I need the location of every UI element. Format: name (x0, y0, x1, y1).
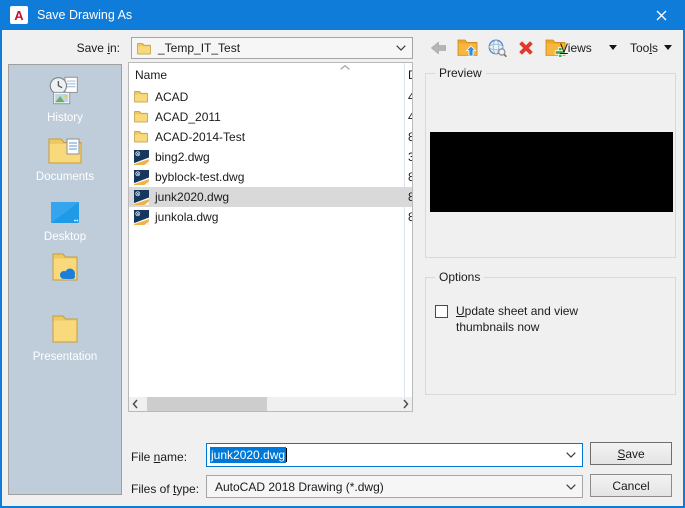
delete-button[interactable] (514, 37, 538, 59)
close-button[interactable] (643, 0, 679, 30)
tools-menu[interactable]: Tools (630, 41, 658, 55)
dwg-file-icon (134, 190, 149, 205)
scrollbar-thumb[interactable] (147, 397, 267, 411)
views-caret-icon[interactable] (609, 45, 617, 50)
list-item-selected[interactable]: junk2020.dwg 8 (129, 187, 412, 207)
titlebar[interactable]: A Save Drawing As (0, 0, 685, 30)
places-sidebar: History Documents Desktop Presentation (8, 64, 122, 495)
list-item[interactable]: ACAD 4 (129, 87, 412, 107)
options-group-title: Options (435, 270, 485, 284)
folder-up-icon (457, 39, 477, 57)
file-name-label: File name: (131, 450, 188, 464)
preview-group: Preview (425, 66, 676, 258)
text-cursor (286, 448, 288, 462)
sidebar-item-label: Desktop (43, 231, 87, 243)
folder-icon (134, 111, 148, 123)
files-of-type-value: AutoCAD 2018 Drawing (*.dwg) (215, 479, 384, 494)
close-icon (656, 10, 666, 20)
file-name-combobox[interactable]: junk2020.dwg (206, 443, 583, 467)
save-button[interactable]: Save (590, 442, 672, 465)
sidebar-item-history[interactable]: History (9, 75, 121, 124)
checkbox-label-line2[interactable]: thumbnails now (456, 320, 539, 334)
delete-x-icon (519, 41, 533, 55)
sort-ascending-icon (340, 65, 350, 70)
documents-icon (48, 138, 82, 164)
checkbox-label-line1[interactable]: Update sheet and view (456, 304, 578, 318)
horizontal-scrollbar[interactable] (129, 397, 412, 411)
desktop-icon (51, 202, 79, 223)
globe-magnifier-icon (488, 39, 507, 58)
dwg-file-icon (134, 170, 149, 185)
list-item[interactable]: ACAD_2011 4 (129, 107, 412, 127)
list-item[interactable]: ACAD-2014-Test 8 (129, 127, 412, 147)
files-of-type-label: Files of type: (131, 482, 200, 496)
sidebar-item-onedrive[interactable] (9, 251, 121, 289)
file-name-value: junk2020.dwg (210, 447, 287, 463)
file-list: Name D ACAD 4 ACAD_2011 4 ACAD-2014-Test… (128, 62, 413, 412)
files-of-type-combobox[interactable]: AutoCAD 2018 Drawing (*.dwg) (206, 475, 583, 498)
column-header-name[interactable]: Name (135, 68, 167, 82)
column-header-date[interactable]: D (408, 68, 412, 82)
tools-caret-icon[interactable] (664, 45, 672, 50)
chevron-down-icon[interactable] (566, 483, 576, 490)
scroll-left-icon[interactable] (132, 399, 138, 409)
list-item[interactable]: bing2.dwg 3 (129, 147, 412, 167)
save-in-value: _Temp_IT_Test (158, 41, 241, 55)
chevron-down-icon (396, 45, 406, 51)
list-item[interactable]: byblock-test.dwg 8 (129, 167, 412, 187)
preview-group-title: Preview (435, 66, 486, 80)
update-thumbnails-checkbox[interactable] (435, 305, 448, 318)
presentation-folder-icon (52, 315, 78, 343)
dwg-file-icon (134, 150, 149, 165)
folder-icon (134, 131, 148, 143)
window-title: Save Drawing As (37, 8, 133, 22)
list-item[interactable]: junkola.dwg 8 (129, 207, 412, 227)
save-in-label: Save in: (76, 41, 120, 55)
history-icon (49, 76, 78, 105)
folder-icon (134, 91, 148, 103)
preview-thumbnail (430, 132, 673, 212)
up-one-level-button[interactable] (455, 37, 479, 59)
dwg-file-icon (134, 210, 149, 225)
sidebar-item-desktop[interactable]: Desktop (9, 201, 121, 243)
save-in-combobox[interactable]: _Temp_IT_Test (131, 37, 413, 59)
back-arrow-icon (430, 41, 446, 55)
views-menu[interactable]: Views (560, 41, 592, 55)
sidebar-item-label: Documents (35, 171, 95, 183)
save-drawing-as-dialog: A Save Drawing As Save in: _Temp_IT_Test (0, 0, 685, 508)
cancel-button[interactable]: Cancel (590, 474, 672, 497)
chevron-down-icon[interactable] (566, 452, 576, 458)
onedrive-folder-icon (52, 253, 78, 281)
options-group: Options Update sheet and view thumbnails… (425, 270, 676, 395)
folder-icon (137, 43, 151, 55)
scroll-right-icon[interactable] (403, 399, 409, 409)
sidebar-item-documents[interactable]: Documents (9, 135, 121, 183)
list-header[interactable]: Name D (129, 63, 412, 85)
sidebar-item-presentation[interactable]: Presentation (9, 313, 121, 363)
autocad-logo-icon: A (10, 6, 28, 24)
back-button[interactable] (426, 37, 450, 59)
search-web-button[interactable] (485, 37, 509, 59)
sidebar-item-label: Presentation (32, 351, 98, 363)
sidebar-item-label: History (47, 112, 83, 124)
